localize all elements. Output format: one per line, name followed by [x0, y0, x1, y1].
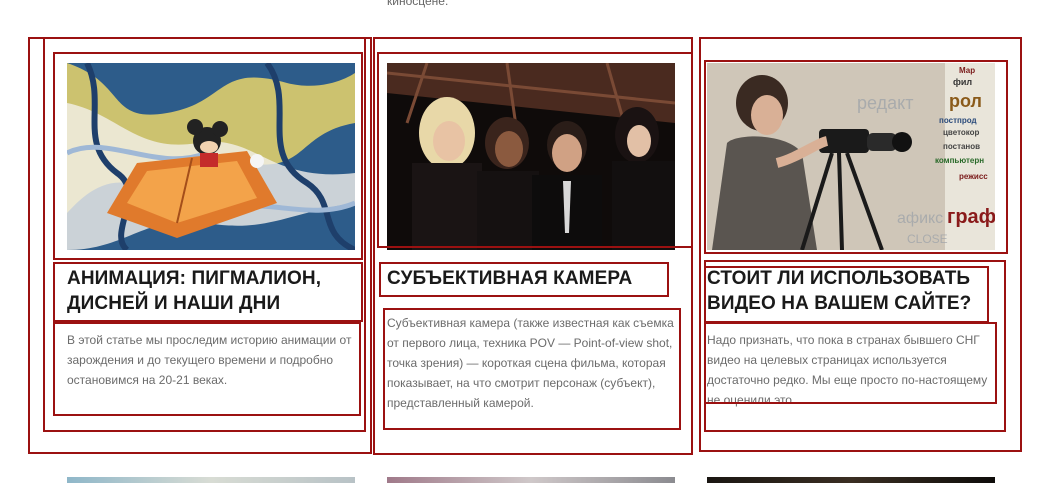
next-article-thumbnail[interactable] — [707, 477, 995, 483]
film-still-photo — [387, 63, 675, 250]
svg-text:цветокор: цветокор — [943, 128, 980, 137]
article-excerpt: Надо признать, что пока в странах бывшег… — [707, 333, 988, 407]
article-thumbnail[interactable]: Мар фил рол постпрод цветокор постанов к… — [707, 63, 995, 250]
article-card-animation[interactable]: Анимация: Пигмалион, Дисней и наши дни В… — [67, 63, 357, 390]
article-excerpt: В этой статье мы проследим историю анима… — [67, 333, 352, 387]
svg-text:афикс: афикс — [897, 210, 943, 227]
article-thumbnail[interactable] — [67, 63, 355, 250]
next-article-thumbnail[interactable] — [67, 477, 355, 483]
article-title[interactable]: Субъективная камера — [387, 266, 677, 291]
svg-text:CLOSE: CLOSE — [907, 232, 948, 246]
svg-text:редакт: редакт — [857, 93, 913, 113]
svg-text:фил: фил — [953, 77, 972, 87]
article-title[interactable]: Анимация: Пигмалион, Дисней и наши дни — [67, 266, 357, 316]
article-title-link[interactable]: Субъективная камера — [387, 268, 632, 289]
article-card-subjective-camera[interactable]: Субъективная камера Субъективная камера … — [387, 63, 677, 413]
previous-excerpt-fragment: киносцене. — [387, 0, 449, 8]
animation-illustration — [67, 63, 355, 250]
svg-text:постанов: постанов — [943, 142, 980, 151]
svg-text:компьютерн: компьютерн — [935, 156, 984, 165]
article-title[interactable]: Стоит ли использовать видео на вашем сай… — [707, 266, 997, 316]
svg-text:режисс: режисс — [959, 172, 988, 181]
svg-text:Мар: Мар — [959, 66, 975, 75]
article-title-link[interactable]: Стоит ли использовать видео на вашем сай… — [707, 268, 971, 314]
next-article-thumbnail[interactable] — [387, 477, 675, 483]
cameraman-photo: Мар фил рол постпрод цветокор постанов к… — [707, 63, 995, 250]
svg-text:рол: рол — [949, 91, 982, 111]
svg-text:графи: графи — [947, 206, 995, 228]
article-card-video-on-site[interactable]: Мар фил рол постпрод цветокор постанов к… — [707, 63, 997, 410]
article-title-link[interactable]: Анимация: Пигмалион, Дисней и наши дни — [67, 268, 321, 314]
article-thumbnail[interactable] — [387, 63, 675, 250]
article-excerpt: Субъективная камера (также известная как… — [387, 316, 674, 410]
svg-text:постпрод: постпрод — [939, 116, 977, 125]
